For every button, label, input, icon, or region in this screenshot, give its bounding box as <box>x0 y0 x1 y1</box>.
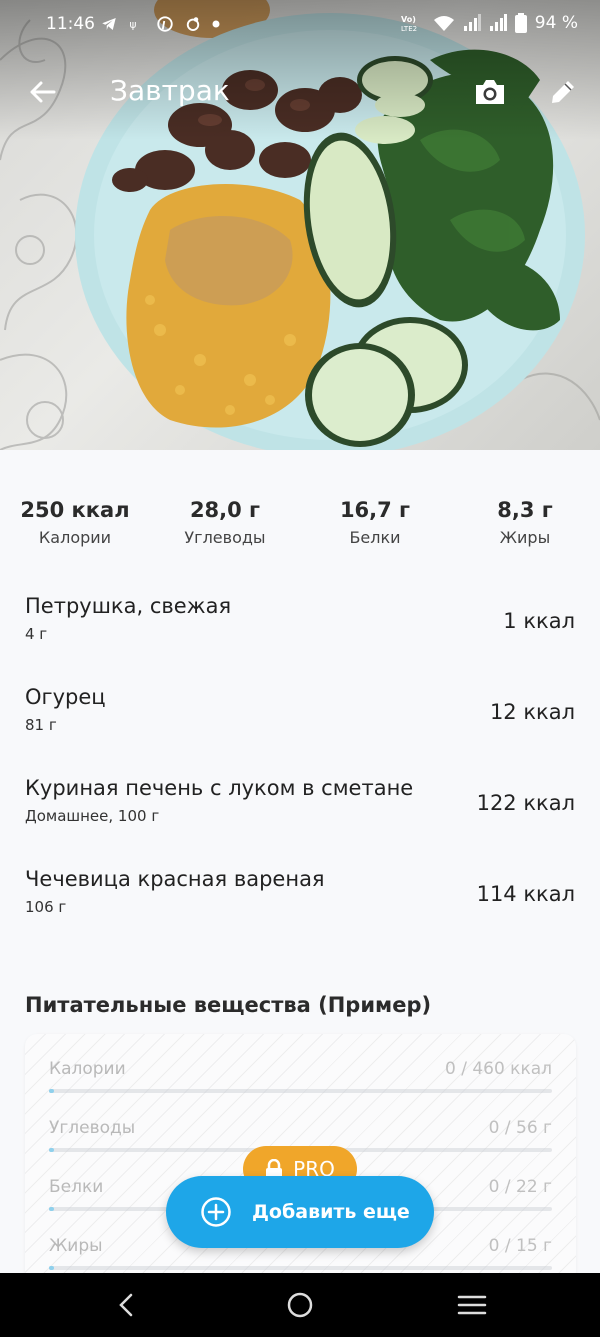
svg-text:LTE2: LTE2 <box>401 25 417 33</box>
food-detail: 106 г <box>25 898 67 916</box>
back-button[interactable] <box>22 72 62 112</box>
add-more-label: Добавить еще <box>252 1201 410 1223</box>
add-more-button[interactable]: Добавить еще <box>166 1176 434 1248</box>
food-calories: 122 ккал <box>476 791 575 815</box>
food-detail: 81 г <box>25 716 57 734</box>
macro-label: Жиры <box>499 528 551 547</box>
nav-menu-icon <box>457 1295 487 1315</box>
food-name: Петрушка, свежая <box>25 594 232 618</box>
food-name: Огурец <box>25 685 106 709</box>
signal-2-icon <box>489 14 507 31</box>
nutrient-name: Углеводы <box>49 1118 136 1138</box>
top-toolbar: Завтрак <box>0 60 600 124</box>
volte-icon: Vo)LTE2 <box>401 15 417 33</box>
macro-protein: 16,7 г Белки <box>300 498 450 547</box>
telegram-icon <box>102 18 116 30</box>
arrow-back-icon <box>30 81 56 103</box>
nav-home-button[interactable] <box>280 1287 320 1323</box>
pinterest-icon <box>157 16 173 32</box>
macro-label: Калории <box>38 528 112 547</box>
food-detail: Домашнее, 100 г <box>25 807 160 825</box>
status-right-icons: Vo) LTE2 94 % <box>401 13 578 33</box>
food-calories: 12 ккал <box>489 700 575 724</box>
macro-calories: 250 ккал Калории <box>0 498 150 547</box>
nutrient-value: 0 / 56 г <box>488 1118 552 1138</box>
page-title: Завтрак <box>110 74 230 107</box>
nutrient-progress-fill <box>49 1089 54 1093</box>
nutrient-value: 0 / 460 ккал <box>444 1059 552 1079</box>
macro-value: 16,7 г <box>339 498 411 522</box>
food-detail: 4 г <box>25 625 48 643</box>
food-list: Петрушка, свежая 4 г 1 ккал Огурец 81 г … <box>0 592 600 956</box>
signal-1-icon <box>463 14 481 31</box>
nav-back-button[interactable] <box>106 1287 146 1323</box>
svg-text:ψ: ψ <box>130 19 137 31</box>
svg-text:Vo): Vo) <box>401 15 416 24</box>
battery-percent: 94 % <box>534 13 578 33</box>
notification-icons: ψ <box>100 15 220 33</box>
pencil-icon <box>552 81 574 103</box>
system-navigation-bar <box>0 1273 600 1337</box>
battery-icon <box>514 13 527 33</box>
macros-summary: 250 ккал Калории 28,0 г Углеводы 16,7 г … <box>0 498 600 547</box>
list-item[interactable]: Огурец 81 г 12 ккал <box>0 683 600 774</box>
nav-back-icon <box>119 1293 133 1317</box>
edit-button[interactable] <box>543 72 583 112</box>
food-calories: 114 ккал <box>476 882 575 906</box>
nutrient-value: 0 / 22 г <box>488 1177 552 1197</box>
nutrient-name: Жиры <box>49 1236 103 1256</box>
list-item[interactable]: Чечевица красная вареная 106 г 114 ккал <box>0 865 600 956</box>
more-notifications-dot-icon <box>212 20 220 28</box>
camera-icon <box>476 80 504 104</box>
macro-value: 8,3 г <box>497 498 553 522</box>
list-item[interactable]: Петрушка, свежая 4 г 1 ккал <box>0 592 600 683</box>
macro-value: 250 ккал <box>20 498 130 522</box>
wifi-icon <box>433 16 454 31</box>
nutrient-value: 0 / 15 г <box>488 1236 552 1256</box>
nav-recents-button[interactable] <box>452 1287 492 1323</box>
macro-fat: 8,3 г Жиры <box>450 498 600 547</box>
nutrient-progress-bar <box>49 1266 552 1270</box>
nutrients-title: Питательные вещества (Пример) <box>25 993 432 1017</box>
nutrient-progress-fill <box>49 1266 54 1270</box>
nutrient-name: Калории <box>49 1059 126 1079</box>
list-item[interactable]: Куриная печень с луком в сметане Домашне… <box>0 774 600 865</box>
status-bar: 11:46 ψ Vo) LTE2 94 % <box>0 0 600 50</box>
nutrient-name: Белки <box>49 1177 104 1197</box>
vk-icon: ψ <box>130 19 137 31</box>
camera-button[interactable] <box>470 72 510 112</box>
nutrient-progress-fill <box>49 1207 54 1211</box>
nav-home-icon <box>287 1292 313 1318</box>
macro-label: Белки <box>349 528 401 547</box>
status-time: 11:46 <box>46 14 95 34</box>
food-calories: 1 ккал <box>503 609 575 633</box>
macro-value: 28,0 г <box>189 498 261 522</box>
macro-label: Углеводы <box>184 528 266 547</box>
food-name: Куриная печень с луком в сметане <box>25 776 414 800</box>
app-notification-icon <box>186 17 200 31</box>
nutrient-progress-bar <box>49 1089 552 1093</box>
food-name: Чечевица красная вареная <box>25 867 325 891</box>
add-circle-icon <box>201 1197 231 1227</box>
nutrient-row-calories: Калории 0 / 460 ккал <box>49 1059 552 1109</box>
macro-carbs: 28,0 г Углеводы <box>150 498 300 547</box>
nutrient-progress-fill <box>49 1148 54 1152</box>
